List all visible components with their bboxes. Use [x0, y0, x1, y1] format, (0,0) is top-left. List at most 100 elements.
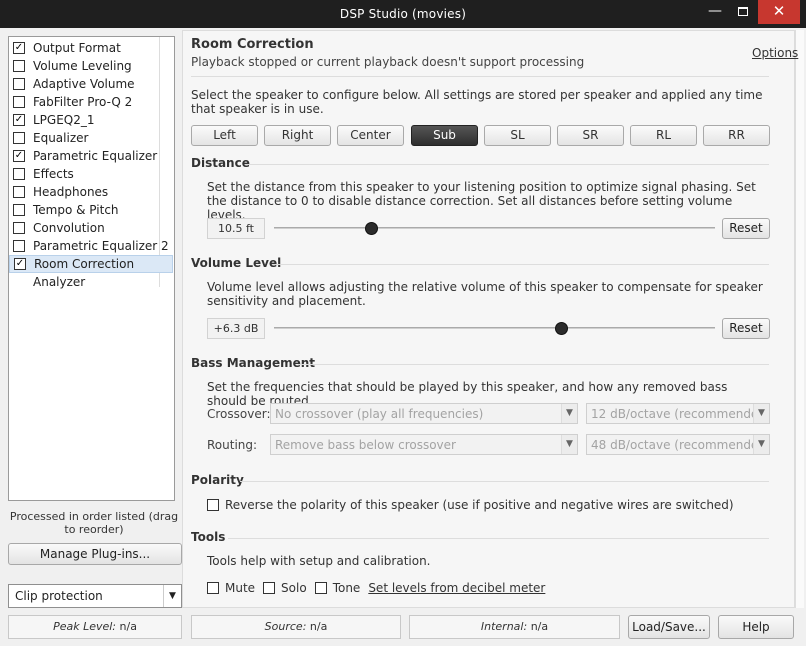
- tone-checkbox[interactable]: [314, 582, 327, 594]
- crossover-value: No crossover (play all frequencies): [275, 407, 484, 421]
- plugin-checkbox[interactable]: [13, 222, 25, 234]
- plugin-checkbox[interactable]: [13, 186, 25, 198]
- tools-title: Tools: [191, 530, 226, 544]
- processed-order-note: Processed in order listed (drag to reord…: [9, 510, 179, 536]
- plugin-label: Volume Leveling: [33, 59, 132, 73]
- speaker-button-sr[interactable]: SR: [557, 125, 624, 146]
- volume-value[interactable]: +6.3 dB: [207, 318, 265, 339]
- tone-label: Tone: [332, 581, 361, 595]
- crossover-slope-select[interactable]: 12 dB/octave (recommended) ▼: [586, 403, 770, 424]
- speaker-button-sub[interactable]: Sub: [411, 125, 478, 146]
- chevron-down-icon[interactable]: ▼: [753, 435, 769, 454]
- plugin-list-item[interactable]: Volume Leveling: [9, 57, 173, 75]
- manage-plugins-button[interactable]: Manage Plug-ins...: [8, 543, 182, 565]
- plugin-list[interactable]: ✓ Output Format Volume Leveling Adaptive Vo…: [8, 36, 175, 501]
- options-link[interactable]: Options: [752, 46, 798, 60]
- plugin-list-item[interactable]: Tempo & Pitch: [9, 201, 173, 219]
- chevron-down-icon[interactable]: ▼: [163, 585, 181, 607]
- playback-status: Playback stopped or current playback doe…: [191, 55, 585, 69]
- distance-value[interactable]: 10.5 ft: [207, 218, 265, 239]
- plugin-checkbox[interactable]: [13, 132, 25, 144]
- clip-protection-select[interactable]: Clip protection ▼: [8, 584, 182, 608]
- routing-slope-select[interactable]: 48 dB/octave (recommended) ▼: [586, 434, 770, 455]
- plugin-label: Analyzer: [33, 275, 86, 289]
- speaker-button-center[interactable]: Center: [337, 125, 404, 146]
- plugin-checkbox[interactable]: [13, 78, 25, 90]
- plugin-label: Adaptive Volume: [33, 77, 135, 91]
- internal-label: Internal:: [480, 620, 528, 633]
- speaker-button-rl[interactable]: RL: [630, 125, 697, 146]
- source-value: n/a: [309, 620, 328, 633]
- crossover-select[interactable]: No crossover (play all frequencies) ▼: [270, 403, 578, 424]
- plugin-label: Headphones: [33, 185, 109, 199]
- distance-slider-track[interactable]: [274, 227, 715, 229]
- peak-level-value: n/a: [119, 620, 137, 633]
- bass-management-title: Bass Management: [191, 356, 316, 370]
- source-status: Source: n/a: [191, 615, 401, 639]
- settings-panel: [182, 30, 795, 608]
- plugin-checkbox[interactable]: [13, 60, 25, 72]
- plugin-list-item[interactable]: ✓ LPGEQ2_1: [9, 111, 173, 129]
- distance-description: Set the distance from this speaker to yo…: [207, 180, 756, 222]
- chevron-down-icon[interactable]: ▼: [561, 435, 577, 454]
- plugin-checkbox[interactable]: ✓: [13, 114, 25, 126]
- internal-value: n/a: [530, 620, 549, 633]
- chevron-down-icon[interactable]: ▼: [561, 404, 577, 423]
- speaker-button-right[interactable]: Right: [264, 125, 331, 146]
- plugin-checkbox[interactable]: ✓: [13, 150, 25, 162]
- volume-reset-button[interactable]: Reset: [722, 318, 770, 339]
- volume-level-title: Volume Level: [191, 256, 282, 270]
- reverse-polarity-label: Reverse the polarity of this speaker (us…: [225, 498, 734, 512]
- routing-select[interactable]: Remove bass below crossover ▼: [270, 434, 578, 455]
- plugin-list-item[interactable]: Analyzer: [9, 273, 173, 291]
- plugin-label: LPGEQ2_1: [33, 113, 95, 127]
- plugin-label: Equalizer: [33, 131, 89, 145]
- plugin-list-item[interactable]: Headphones: [9, 183, 173, 201]
- plugin-list-item[interactable]: ✓ Room Correction: [9, 255, 173, 273]
- plugin-list-item[interactable]: FabFilter Pro-Q 2: [9, 93, 173, 111]
- plugin-checkbox[interactable]: ✓: [14, 258, 26, 270]
- volume-slider-track[interactable]: [274, 327, 715, 329]
- help-button[interactable]: Help: [718, 615, 794, 639]
- mute-label: Mute: [225, 581, 256, 595]
- distance-reset-button[interactable]: Reset: [722, 218, 770, 239]
- mute-checkbox[interactable]: [207, 582, 219, 594]
- plugin-list-item[interactable]: Equalizer: [9, 129, 173, 147]
- plugin-checkbox[interactable]: ✓: [13, 42, 25, 54]
- minimize-icon[interactable]: —: [700, 0, 730, 24]
- title-bar: DSP Studio (movies) — ✕: [0, 0, 806, 28]
- plugin-list-item[interactable]: ✓ Output Format: [9, 39, 173, 57]
- plugin-list-item[interactable]: Adaptive Volume: [9, 75, 173, 93]
- load-save-button[interactable]: Load/Save...: [628, 615, 710, 639]
- close-icon[interactable]: ✕: [758, 0, 800, 24]
- bass-divider: [298, 364, 769, 365]
- plugin-list-item[interactable]: Parametric Equalizer 2: [9, 237, 173, 255]
- plugin-list-item[interactable]: Effects: [9, 165, 173, 183]
- speaker-button-sl[interactable]: SL: [484, 125, 551, 146]
- plugin-list-item[interactable]: Convolution: [9, 219, 173, 237]
- plugin-checkbox[interactable]: [13, 96, 25, 108]
- maximize-icon[interactable]: [730, 0, 756, 24]
- polarity-title: Polarity: [191, 473, 244, 487]
- routing-value: Remove bass below crossover: [275, 438, 456, 452]
- speaker-button-left[interactable]: Left: [191, 125, 258, 146]
- reverse-polarity-option[interactable]: Reverse the polarity of this speaker (us…: [207, 498, 734, 512]
- plugin-list-item[interactable]: ✓ Parametric Equalizer: [9, 147, 173, 165]
- volume-divider: [272, 264, 769, 265]
- header-divider: [191, 76, 769, 77]
- distance-divider: [245, 164, 769, 165]
- vertical-scrollbar[interactable]: [795, 30, 804, 608]
- speaker-button-rr[interactable]: RR: [703, 125, 770, 146]
- reverse-polarity-checkbox[interactable]: [207, 499, 219, 511]
- crossover-label: Crossover:: [207, 407, 271, 421]
- routing-label: Routing:: [207, 438, 258, 452]
- decibel-meter-link[interactable]: Set levels from decibel meter: [368, 581, 545, 595]
- intro-text: Select the speaker to configure below. A…: [191, 88, 763, 116]
- plugin-checkbox[interactable]: [13, 204, 25, 216]
- plugin-checkbox[interactable]: [13, 240, 25, 252]
- volume-slider-thumb[interactable]: [556, 323, 567, 334]
- solo-checkbox[interactable]: [263, 582, 276, 594]
- chevron-down-icon[interactable]: ▼: [753, 404, 769, 423]
- distance-slider-thumb[interactable]: [366, 223, 377, 234]
- plugin-checkbox[interactable]: [13, 168, 25, 180]
